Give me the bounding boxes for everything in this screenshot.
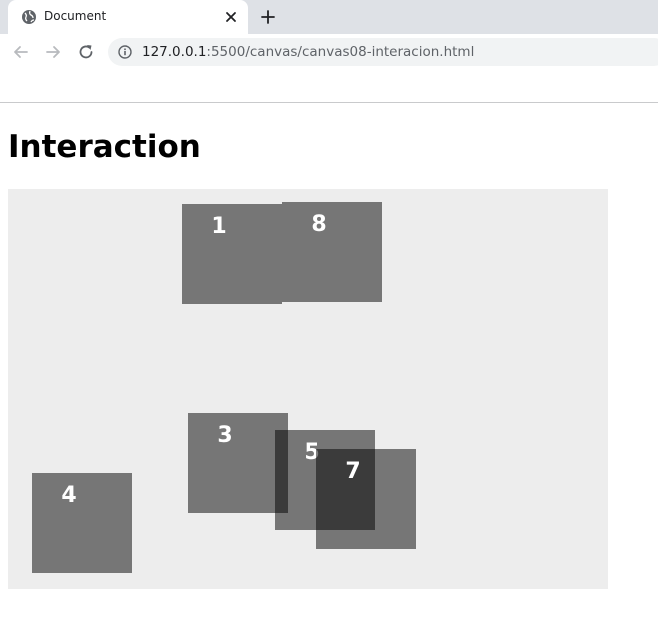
toolbar-divider	[0, 102, 658, 103]
url-host: 127.0.0.1	[142, 44, 207, 60]
tab-strip: Document	[0, 0, 658, 34]
square-8[interactable]: 8	[282, 202, 382, 302]
square-label: 7	[345, 459, 361, 484]
page-title: Interaction	[8, 129, 201, 165]
reload-icon[interactable]	[77, 43, 95, 61]
info-icon[interactable]	[118, 45, 132, 59]
globe-icon	[22, 10, 36, 24]
square-label: 4	[61, 483, 77, 508]
close-icon[interactable]	[223, 9, 239, 25]
square-label: 1	[211, 214, 227, 239]
forward-arrow-icon[interactable]	[44, 43, 62, 61]
interaction-canvas[interactable]: 1 8 3 5 7 4	[8, 189, 608, 589]
plus-icon[interactable]	[260, 9, 276, 25]
address-bar[interactable]: 127.0.0.1:5500/canvas/canvas08-interacio…	[108, 38, 658, 66]
square-4[interactable]: 4	[32, 473, 132, 573]
tab-title: Document	[44, 9, 107, 23]
browser-tab[interactable]: Document	[8, 0, 248, 34]
square-1[interactable]: 1	[182, 204, 282, 304]
square-7[interactable]: 7	[316, 449, 416, 549]
square-3[interactable]: 3	[188, 413, 288, 513]
url-path: :5500/canvas/canvas08-interacion.html	[206, 44, 475, 60]
url-text[interactable]: 127.0.0.1:5500/canvas/canvas08-interacio…	[142, 44, 474, 60]
back-arrow-icon[interactable]	[12, 43, 30, 61]
square-label: 3	[217, 423, 233, 448]
square-label: 8	[311, 212, 327, 237]
browser-toolbar: 127.0.0.1:5500/canvas/canvas08-interacio…	[0, 34, 658, 70]
